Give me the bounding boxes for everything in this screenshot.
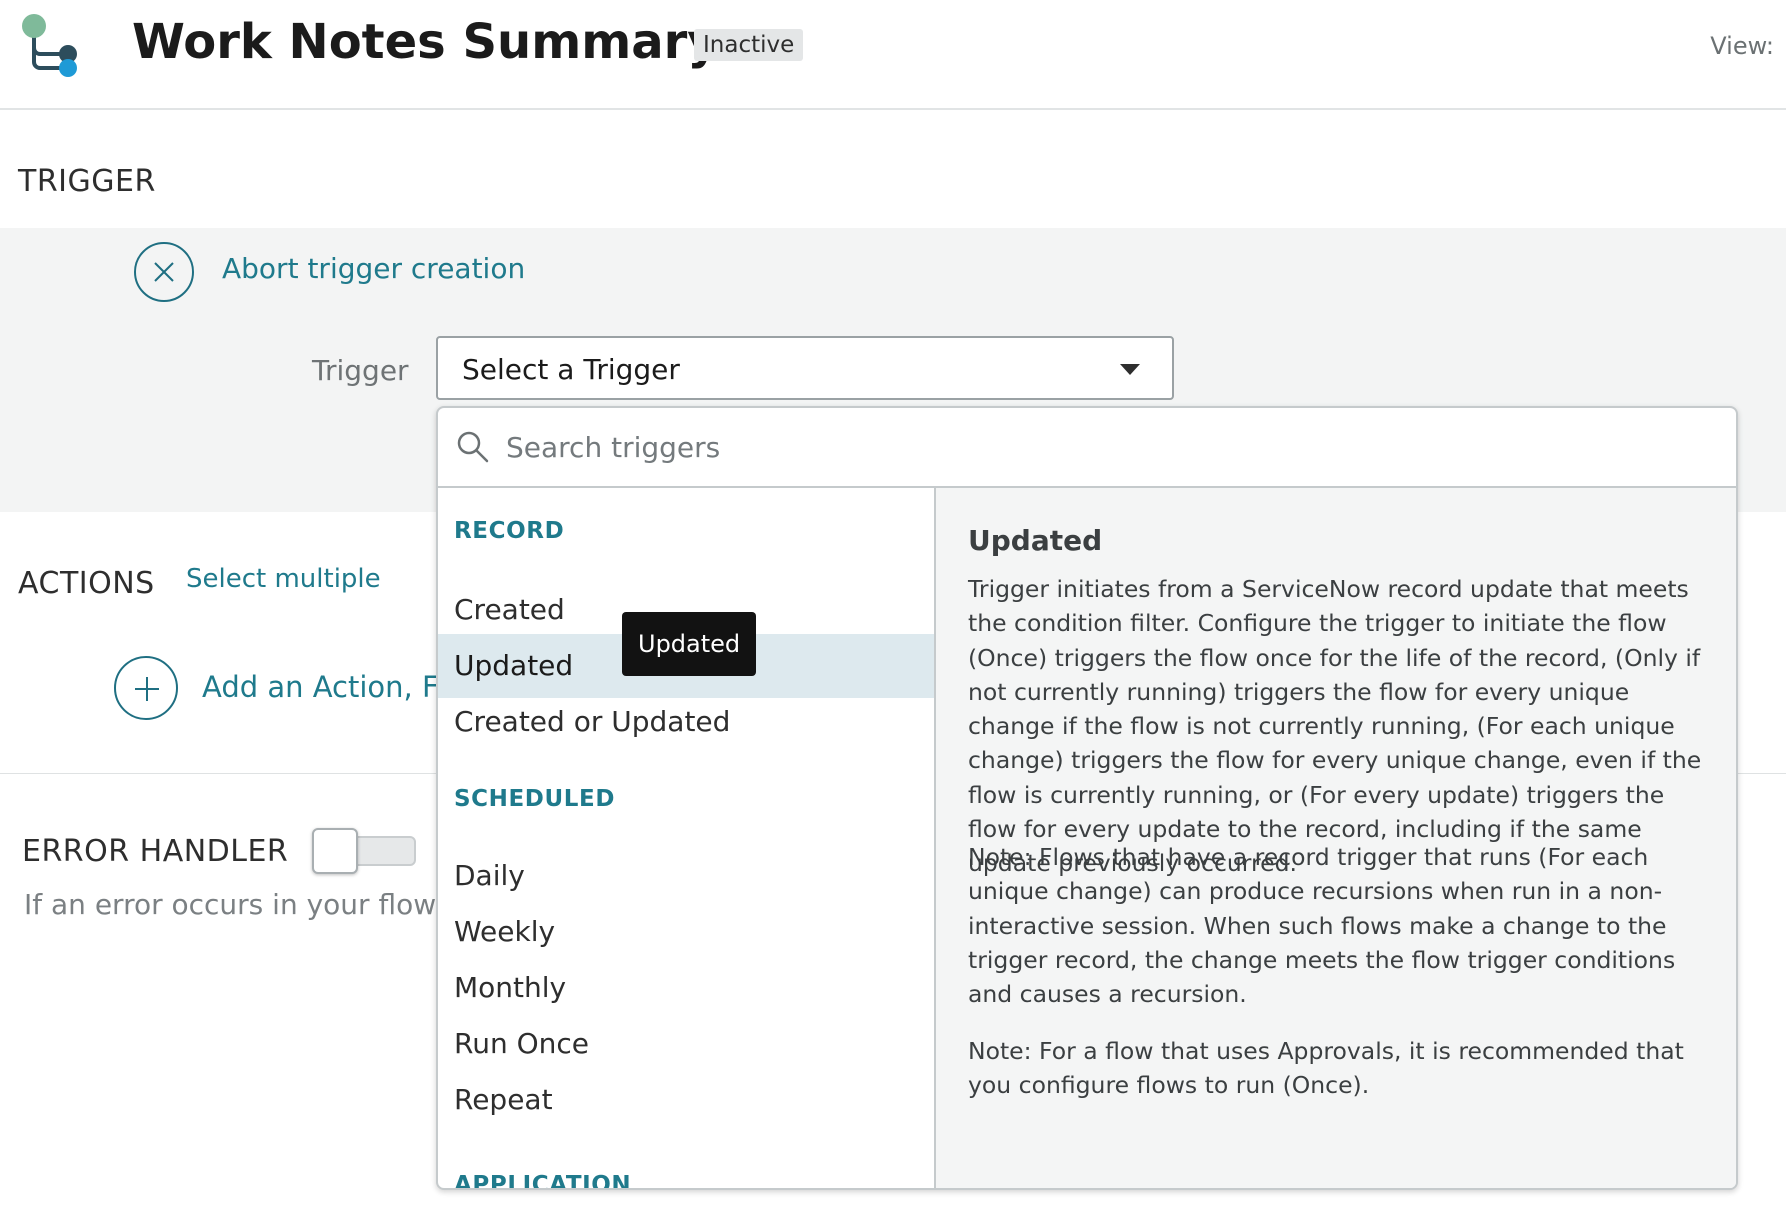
flow-logo-icon (22, 14, 77, 77)
plus-icon (135, 677, 159, 701)
page-title: Work Notes Summary (132, 14, 719, 70)
group-header-record: RECORD (454, 518, 565, 544)
option-run-once[interactable]: Run Once (438, 1012, 934, 1076)
trigger-detail-panel: Updated Trigger initiates from a Service… (936, 488, 1736, 1188)
toggle-knob (312, 828, 358, 874)
detail-note-approvals: Note: For a flow that uses Approvals, it… (968, 1037, 1684, 1100)
search-triggers-input[interactable] (504, 424, 1208, 470)
actions-section-title: ACTIONS (18, 566, 155, 601)
select-multiple-link[interactable]: Select multiple (186, 564, 381, 594)
detail-note-recursion: Note: Flows that have a record trigger t… (968, 843, 1676, 1009)
error-handler-description: If an error occurs in your flow, t (24, 888, 436, 921)
detail-description: Trigger initiates from a ServiceNow reco… (968, 575, 1702, 878)
option-tooltip: Updated (622, 612, 757, 676)
close-icon (154, 262, 174, 282)
error-handler-title: ERROR HANDLER (22, 834, 289, 869)
abort-button[interactable] (134, 242, 194, 302)
option-monthly[interactable]: Monthly (438, 956, 934, 1020)
abort-trigger-link[interactable]: Abort trigger creation (222, 252, 525, 285)
header-bar: Work Notes Summary Inactive View: (0, 0, 1786, 110)
search-row (438, 408, 1736, 488)
add-action-button[interactable] (114, 656, 178, 720)
option-daily[interactable]: Daily (438, 844, 934, 908)
trigger-select[interactable]: Select a Trigger (436, 336, 1174, 400)
option-weekly[interactable]: Weekly (438, 900, 934, 964)
trigger-list: RECORD Created Updated Created or Update… (438, 488, 936, 1190)
trigger-select-value: Select a Trigger (462, 353, 680, 386)
error-handler-toggle[interactable] (312, 828, 416, 876)
group-header-application: APPLICATION (454, 1172, 632, 1190)
view-label: View: (1710, 32, 1774, 60)
trigger-section-title: TRIGGER (18, 164, 156, 199)
group-header-scheduled: SCHEDULED (454, 786, 616, 812)
detail-title: Updated (968, 524, 1103, 557)
trigger-dropdown: RECORD Created Updated Created or Update… (436, 406, 1738, 1190)
option-repeat[interactable]: Repeat (438, 1068, 934, 1132)
option-created-or-updated[interactable]: Created or Updated (438, 690, 934, 754)
caret-down-icon (1120, 364, 1140, 375)
search-icon (457, 431, 489, 463)
status-badge: Inactive (694, 29, 804, 61)
add-action-link[interactable]: Add an Action, Flo (202, 670, 464, 704)
trigger-field-label: Trigger (312, 354, 409, 387)
